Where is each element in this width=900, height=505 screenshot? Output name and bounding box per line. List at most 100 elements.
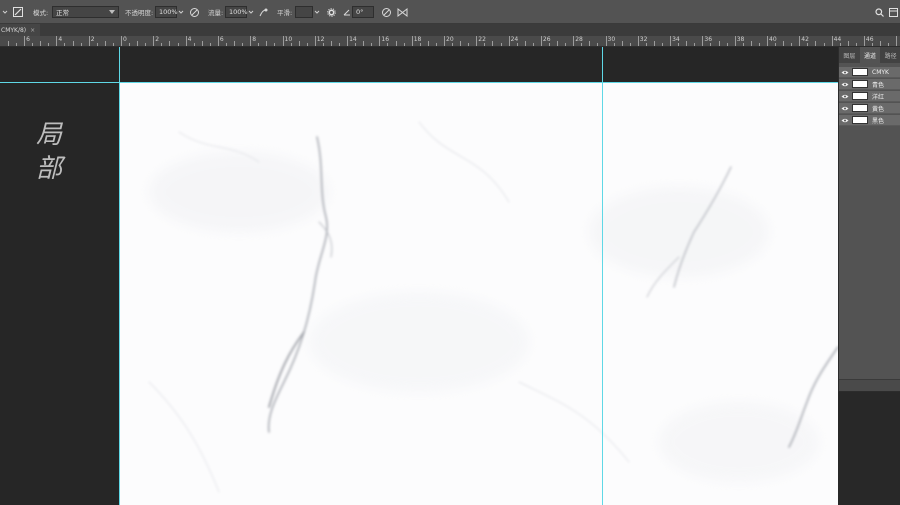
ruler-tick [670, 36, 672, 46]
ruler-label: 34 [672, 36, 680, 43]
ruler-tick [726, 43, 728, 46]
ruler-label: 12 [316, 36, 325, 43]
tab-channels[interactable]: 通道 [859, 47, 881, 63]
ruler-tick [468, 43, 470, 46]
close-tab-icon[interactable]: × [30, 27, 35, 34]
ruler-tick [419, 43, 421, 46]
ruler-tick [613, 43, 615, 46]
ruler-tick [516, 43, 518, 46]
document-tab[interactable]: CMYK/8) × [0, 24, 40, 36]
channel-name: 黄色 [872, 105, 885, 113]
ruler-tick [347, 36, 349, 46]
ruler-label: 44 [833, 36, 842, 43]
channel-row-cmyk[interactable]: CMYK [839, 67, 900, 78]
ruler-tick [395, 41, 397, 46]
channel-row-yellow[interactable]: 黄色 [839, 103, 900, 114]
ruler-tick [815, 41, 817, 46]
panel-tabs: 图层 通道 路径 [839, 47, 900, 63]
ruler-tick [355, 43, 357, 46]
ruler-label: 0 [123, 36, 127, 43]
flow-value: 100% [229, 8, 248, 16]
ruler-tick [217, 36, 219, 46]
brush-angle-input[interactable]: 0° [352, 6, 374, 18]
ruler-tick [742, 43, 744, 46]
panel-footer [839, 379, 900, 391]
ruler-tick [40, 41, 42, 46]
ruler-tick [678, 43, 680, 46]
flow-input[interactable]: 100% [225, 6, 248, 18]
ruler-tick [718, 41, 720, 46]
ruler-tick [621, 41, 623, 46]
ruler-tick [225, 43, 227, 46]
tool-preset-chevron-icon[interactable] [2, 0, 8, 24]
smoothing-settings-gear-icon[interactable] [327, 0, 336, 24]
smoothing-input[interactable] [295, 6, 313, 18]
symmetry-butterfly-icon[interactable] [397, 0, 408, 24]
ruler-tick [121, 36, 122, 46]
pressure-size-icon[interactable] [381, 0, 392, 24]
ruler-tick [791, 43, 793, 46]
opacity-label: 不透明度: [125, 9, 154, 17]
airbrush-icon[interactable] [258, 0, 269, 24]
ruler-label: 32 [639, 36, 648, 43]
ruler-tick [56, 36, 58, 46]
pressure-opacity-icon[interactable] [189, 0, 200, 24]
smoothing-dropdown-icon[interactable] [314, 0, 320, 24]
ruler-tick [80, 43, 82, 46]
channels-panel: 图层 通道 路径 CMYK 青色 洋红 黄色 黑色 [838, 47, 900, 392]
visibility-eye-icon[interactable] [839, 79, 851, 90]
ruler-tick [161, 43, 163, 46]
ruler-tick [532, 43, 534, 46]
ruler-tick [589, 41, 591, 46]
ruler-tick [500, 43, 502, 46]
ruler-tick [839, 43, 841, 46]
ruler-tick [847, 41, 849, 46]
ruler-tick [799, 36, 801, 46]
tab-layers[interactable]: 图层 [839, 47, 860, 63]
opacity-input[interactable]: 100% [155, 6, 178, 18]
guide-horizontal-top[interactable] [0, 82, 838, 83]
visibility-eye-icon[interactable] [839, 91, 851, 102]
horizontal-ruler[interactable]: 6 4 2 0 2 4 6 8 10 12 14 16 18 20 22 24 26 28 30 32 34 36 38 40… [0, 36, 900, 47]
mode-select[interactable]: 正常 [52, 6, 119, 18]
ruler-tick [129, 43, 131, 46]
ruler-tick [694, 43, 696, 46]
channel-row-cyan[interactable]: 青色 [839, 79, 900, 90]
visibility-eye-icon[interactable] [839, 67, 851, 78]
flow-dropdown-icon[interactable] [248, 0, 254, 24]
ruler-tick [823, 43, 825, 46]
workspace-layout-icon[interactable] [889, 0, 898, 24]
ruler-tick [411, 36, 413, 46]
tab-paths[interactable]: 路径 [880, 47, 900, 63]
ruler-tick [767, 36, 768, 46]
ruler-tick [807, 43, 809, 46]
ruler-label: 38 [736, 36, 745, 43]
channel-row-black[interactable]: 黑色 [839, 115, 900, 126]
ruler-tick [444, 36, 445, 46]
guide-vertical-left[interactable] [119, 47, 120, 505]
ruler-tick [330, 41, 332, 46]
opacity-dropdown-icon[interactable] [178, 0, 184, 24]
ruler-tick [290, 43, 292, 46]
ruler-tick [24, 36, 26, 46]
ruler-tick [524, 41, 526, 46]
search-icon[interactable] [875, 0, 884, 24]
channel-row-magenta[interactable]: 洋红 [839, 91, 900, 102]
document-tab-bar: CMYK/8) × [0, 24, 900, 36]
visibility-eye-icon[interactable] [839, 115, 851, 126]
ruler-tick [484, 43, 486, 46]
brush-tool-icon[interactable] [13, 0, 23, 24]
ruler-tick [234, 41, 236, 46]
ruler-tick [209, 43, 211, 46]
ruler-tick [662, 43, 664, 46]
ruler-tick [557, 41, 559, 46]
ruler-tick [880, 41, 882, 46]
visibility-eye-icon[interactable] [839, 103, 851, 114]
ruler-tick [169, 41, 171, 46]
ruler-tick [48, 43, 50, 46]
ruler-tick [645, 43, 647, 46]
document-canvas[interactable] [119, 82, 838, 505]
guide-vertical-right[interactable] [602, 47, 603, 505]
ruler-tick [710, 43, 712, 46]
mode-label: 模式: [33, 9, 49, 17]
